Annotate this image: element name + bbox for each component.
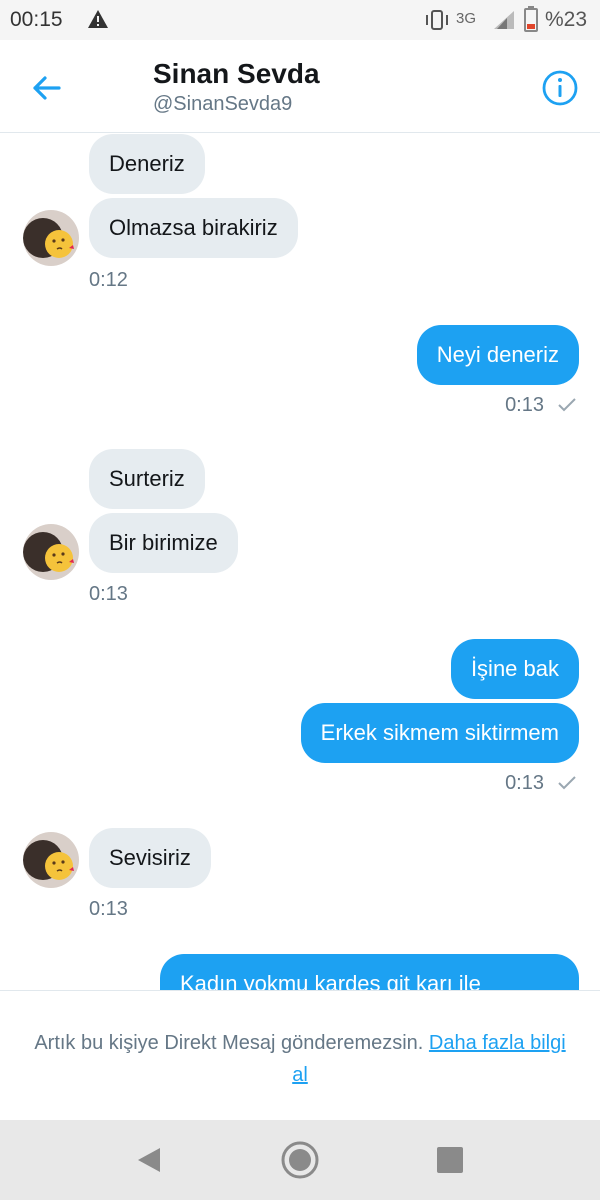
dm-disabled-notice: Artık bu kişiye Direkt Mesaj gönderemezs… [0,990,600,1120]
info-icon[interactable] [540,68,580,108]
outgoing-message[interactable]: İşine bak [450,639,579,699]
message-timestamp: 0:13 [505,772,544,794]
conversation-header: Sinan Sevda @SinanSevda9 [0,40,600,133]
sent-check-icon [557,774,577,797]
nav-home-icon[interactable] [280,1140,320,1180]
avatar[interactable] [23,210,79,266]
avatar[interactable] [23,832,79,888]
sent-check-icon [557,396,577,419]
message-timestamp: 0:13 [89,583,128,605]
message-timestamp: 0:12 [89,269,128,291]
incoming-message[interactable]: Bir birimize [89,513,238,573]
contact-name[interactable]: Sinan Sevda [153,58,320,90]
incoming-message[interactable]: Sevisiriz [89,828,211,888]
incoming-message[interactable]: Olmazsa birakiriz [89,198,298,258]
incoming-message[interactable]: Deneriz [89,134,205,194]
message-timestamp: 0:13 [89,898,128,920]
incoming-message[interactable]: Surteriz [89,449,205,509]
back-arrow-icon[interactable] [26,68,66,108]
contact-handle: @SinanSevda9 [153,93,293,115]
message-list[interactable]: Deneriz Olmazsa birakiriz 0:12 Neyi dene… [0,134,600,990]
outgoing-message[interactable]: Kadın yokmu kardes git karı ile [160,954,579,990]
vibrate-icon [424,10,450,35]
notice-text: Artık bu kişiye Direkt Mesaj gönderemezs… [34,1032,424,1054]
status-time: 00:15 [10,8,63,31]
outgoing-message[interactable]: Neyi deneriz [416,325,579,385]
message-timestamp: 0:13 [505,394,544,416]
battery-icon [524,6,538,37]
warning-icon [87,9,109,34]
network-type: 3G [456,10,477,27]
outgoing-message[interactable]: Erkek sikmem siktirmem [300,703,579,763]
battery-percent: %23 [545,8,588,31]
system-nav-bar [0,1120,600,1200]
nav-back-icon[interactable] [130,1140,170,1180]
avatar[interactable] [23,524,79,580]
nav-recents-icon[interactable] [430,1140,470,1180]
status-bar: 00:15 3G %23 [0,0,600,40]
signal-icon [493,10,515,35]
